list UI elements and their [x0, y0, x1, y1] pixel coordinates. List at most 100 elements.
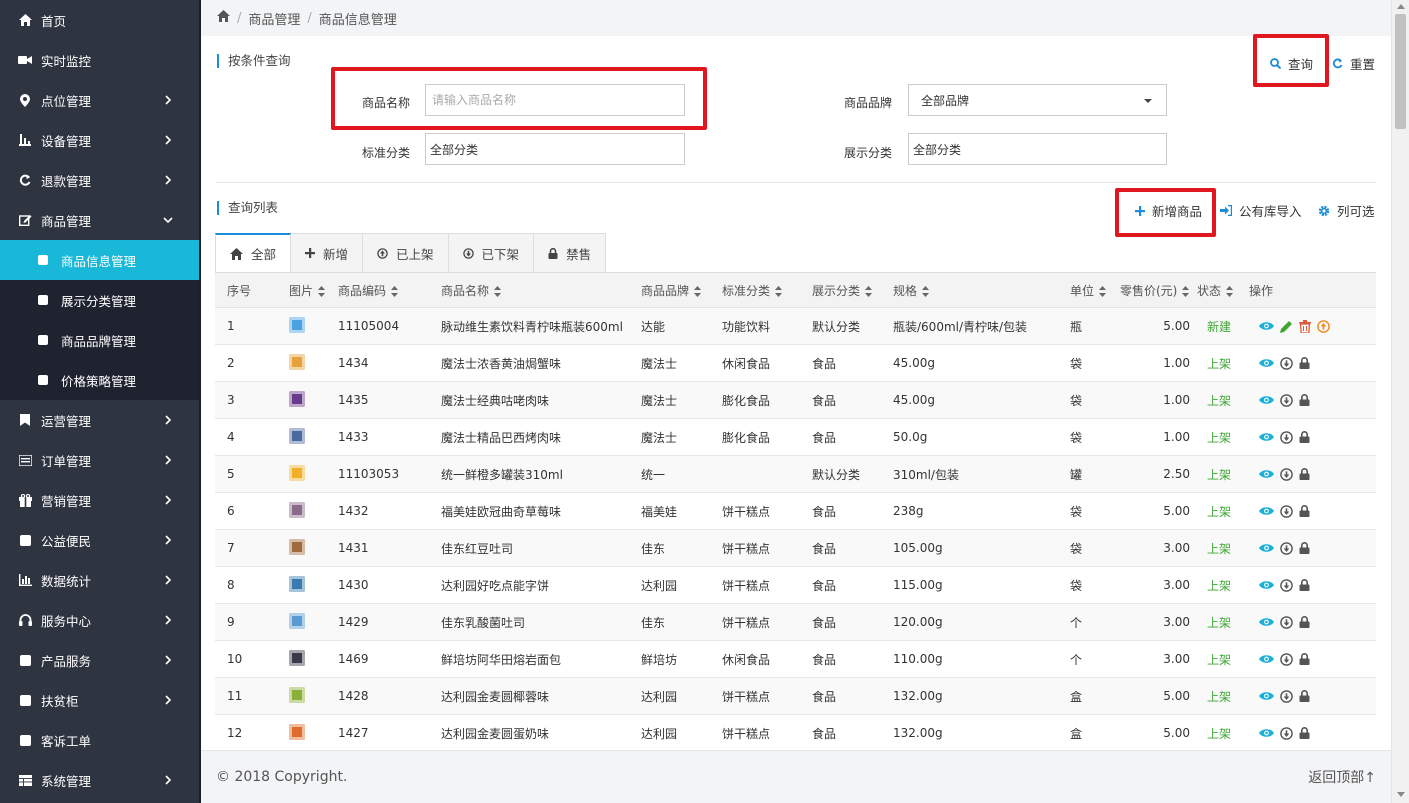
circle-arrow-up-icon[interactable]: [1317, 319, 1330, 333]
sidebar-subitem[interactable]: 商品品牌管理: [0, 320, 199, 360]
lock-icon[interactable]: [1299, 394, 1310, 406]
table-row[interactable]: 5 11103053 统一鲜橙多罐装310ml 统一 默认分类 310ml/包装 罐 2.50…: [215, 456, 1376, 493]
column-header[interactable]: 展示分类: [812, 282, 893, 299]
sort-icon[interactable]: [391, 285, 399, 297]
column-header[interactable]: 规格: [893, 282, 1070, 299]
eye-icon[interactable]: [1259, 654, 1274, 664]
sidebar-item[interactable]: 营销管理: [0, 480, 199, 520]
home-icon[interactable]: [217, 10, 230, 26]
table-row[interactable]: 4 1433 魔法士精品巴西烤肉味 魔法士 膨化食品 食品 50.0g 袋 1.00 上架: [215, 419, 1376, 456]
eye-icon[interactable]: [1259, 691, 1274, 701]
lock-icon[interactable]: [1299, 431, 1310, 443]
sort-icon[interactable]: [318, 285, 326, 297]
sidebar-item[interactable]: 商品管理: [0, 200, 199, 240]
circle-arrow-down-icon[interactable]: [1280, 578, 1293, 592]
eye-icon[interactable]: [1259, 469, 1274, 479]
sidebar-item[interactable]: 点位管理: [0, 80, 199, 120]
reset-button[interactable]: 重置: [1332, 54, 1375, 73]
brand-select[interactable]: 全部品牌: [908, 84, 1167, 116]
add-product-button[interactable]: 新增商品: [1135, 201, 1202, 220]
circle-arrow-down-icon[interactable]: [1280, 726, 1293, 740]
sidebar-item[interactable]: 运营管理: [0, 400, 199, 440]
sidebar-item[interactable]: 扶贫柜: [0, 680, 199, 720]
column-header[interactable]: 单位: [1070, 282, 1120, 299]
sidebar-item[interactable]: 订单管理: [0, 440, 199, 480]
query-button[interactable]: 查询: [1270, 54, 1313, 73]
eye-icon[interactable]: [1259, 506, 1274, 516]
sidebar-subitem[interactable]: 商品信息管理: [0, 240, 199, 280]
column-header[interactable]: 标准分类: [722, 282, 812, 299]
table-row[interactable]: 7 1431 佳东红豆吐司 佳东 饼干糕点 食品 105.00g 袋 3.00 上架: [215, 530, 1376, 567]
scroll-thumb[interactable]: [1395, 14, 1406, 129]
table-row[interactable]: 10 1469 鲜培坊阿华田熔岩面包 鲜培坊 休闲食品 食品 110.00g 个 3.00 上架: [215, 641, 1376, 678]
sort-icon[interactable]: [775, 285, 783, 297]
circle-arrow-down-icon[interactable]: [1280, 356, 1293, 370]
sidebar-item[interactable]: 设备管理: [0, 120, 199, 160]
sidebar-item[interactable]: 退款管理: [0, 160, 199, 200]
public-import-button[interactable]: 公有库导入: [1220, 201, 1302, 220]
eye-icon[interactable]: [1259, 432, 1274, 442]
sidebar-item[interactable]: 首页: [0, 0, 199, 40]
column-select-button[interactable]: 列可选: [1318, 201, 1375, 220]
status-tab[interactable]: 新增: [291, 233, 364, 273]
lock-icon[interactable]: [1299, 690, 1310, 702]
table-row[interactable]: 8 1430 达利园好吃点能字饼 达利园 饼干糕点 食品 115.00g 袋 3.00 上架: [215, 567, 1376, 604]
eye-icon[interactable]: [1259, 395, 1274, 405]
sort-icon[interactable]: [922, 285, 930, 297]
column-header[interactable]: 状态: [1190, 282, 1249, 299]
sidebar-subitem[interactable]: 价格策略管理: [0, 360, 199, 400]
std-category-select[interactable]: 全部分类: [425, 133, 685, 165]
lock-icon[interactable]: [1299, 579, 1310, 591]
circle-arrow-down-icon[interactable]: [1280, 541, 1293, 555]
breadcrumb-level1[interactable]: 商品管理: [248, 9, 300, 28]
status-tab[interactable]: 禁售: [534, 233, 607, 273]
column-header[interactable]: 零售价(元): [1120, 282, 1190, 299]
circle-arrow-down-icon[interactable]: [1280, 467, 1293, 481]
scroll-up-arrow[interactable]: [1397, 4, 1405, 9]
eye-icon[interactable]: [1259, 321, 1274, 331]
lock-icon[interactable]: [1299, 616, 1310, 628]
eye-icon[interactable]: [1259, 358, 1274, 368]
sort-icon[interactable]: [1099, 285, 1107, 297]
table-row[interactable]: 1 11105004 脉动维生素饮料青柠味瓶装600ml 达能 功能饮料 默认分类 瓶装/6…: [215, 308, 1376, 345]
circle-arrow-down-icon[interactable]: [1280, 652, 1293, 666]
column-header[interactable]: 商品品牌: [641, 282, 722, 299]
sidebar-item[interactable]: 系统管理: [0, 760, 199, 800]
lock-icon[interactable]: [1299, 468, 1310, 480]
status-tab[interactable]: 已下架: [448, 233, 535, 273]
sort-icon[interactable]: [1226, 285, 1234, 297]
scrollbar[interactable]: [1391, 0, 1409, 803]
table-row[interactable]: 11 1428 达利园金麦圆椰蓉味 达利园 饼干糕点 食品 132.00g 盒 5.00 上架: [215, 678, 1376, 715]
pencil-icon[interactable]: [1280, 320, 1293, 333]
column-header[interactable]: 图片: [285, 282, 338, 299]
lock-icon[interactable]: [1299, 357, 1310, 369]
table-row[interactable]: 6 1432 福美娃欧冠曲奇草莓味 福美娃 饼干糕点 食品 238g 袋 5.00 上架: [215, 493, 1376, 530]
lock-icon[interactable]: [1299, 727, 1310, 739]
status-tab[interactable]: 已上架: [363, 233, 449, 273]
lock-icon[interactable]: [1299, 653, 1310, 665]
sort-icon[interactable]: [494, 285, 502, 297]
circle-arrow-down-icon[interactable]: [1280, 504, 1293, 518]
scroll-down-arrow[interactable]: [1397, 792, 1405, 797]
circle-arrow-down-icon[interactable]: [1280, 393, 1293, 407]
sidebar-item[interactable]: 数据统计: [0, 560, 199, 600]
show-category-select[interactable]: 全部分类: [908, 133, 1167, 165]
table-row[interactable]: 2 1434 魔法士浓香黄油焗蟹味 魔法士 休闲食品 食品 45.00g 袋 1.00 上架: [215, 345, 1376, 382]
lock-icon[interactable]: [1299, 505, 1310, 517]
table-row[interactable]: 12 1427 达利园金麦圆蛋奶味 达利园 饼干糕点 食品 132.00g 盒 5.00 上架: [215, 715, 1376, 752]
back-to-top-link[interactable]: 返回顶部↑: [1308, 767, 1376, 787]
eye-icon[interactable]: [1259, 543, 1274, 553]
column-header[interactable]: 商品编码: [338, 282, 441, 299]
status-tab[interactable]: 全部: [215, 233, 292, 273]
sidebar-item[interactable]: 客诉工单: [0, 720, 199, 760]
product-name-input[interactable]: [425, 84, 685, 116]
circle-arrow-down-icon[interactable]: [1280, 430, 1293, 444]
eye-icon[interactable]: [1259, 617, 1274, 627]
sort-icon[interactable]: [865, 285, 873, 297]
sidebar-item[interactable]: 实时监控: [0, 40, 199, 80]
sort-icon[interactable]: [694, 285, 702, 297]
column-header[interactable]: 商品名称: [441, 282, 641, 299]
sidebar-item[interactable]: 服务中心: [0, 600, 199, 640]
eye-icon[interactable]: [1259, 728, 1274, 738]
sidebar-subitem[interactable]: 展示分类管理: [0, 280, 199, 320]
